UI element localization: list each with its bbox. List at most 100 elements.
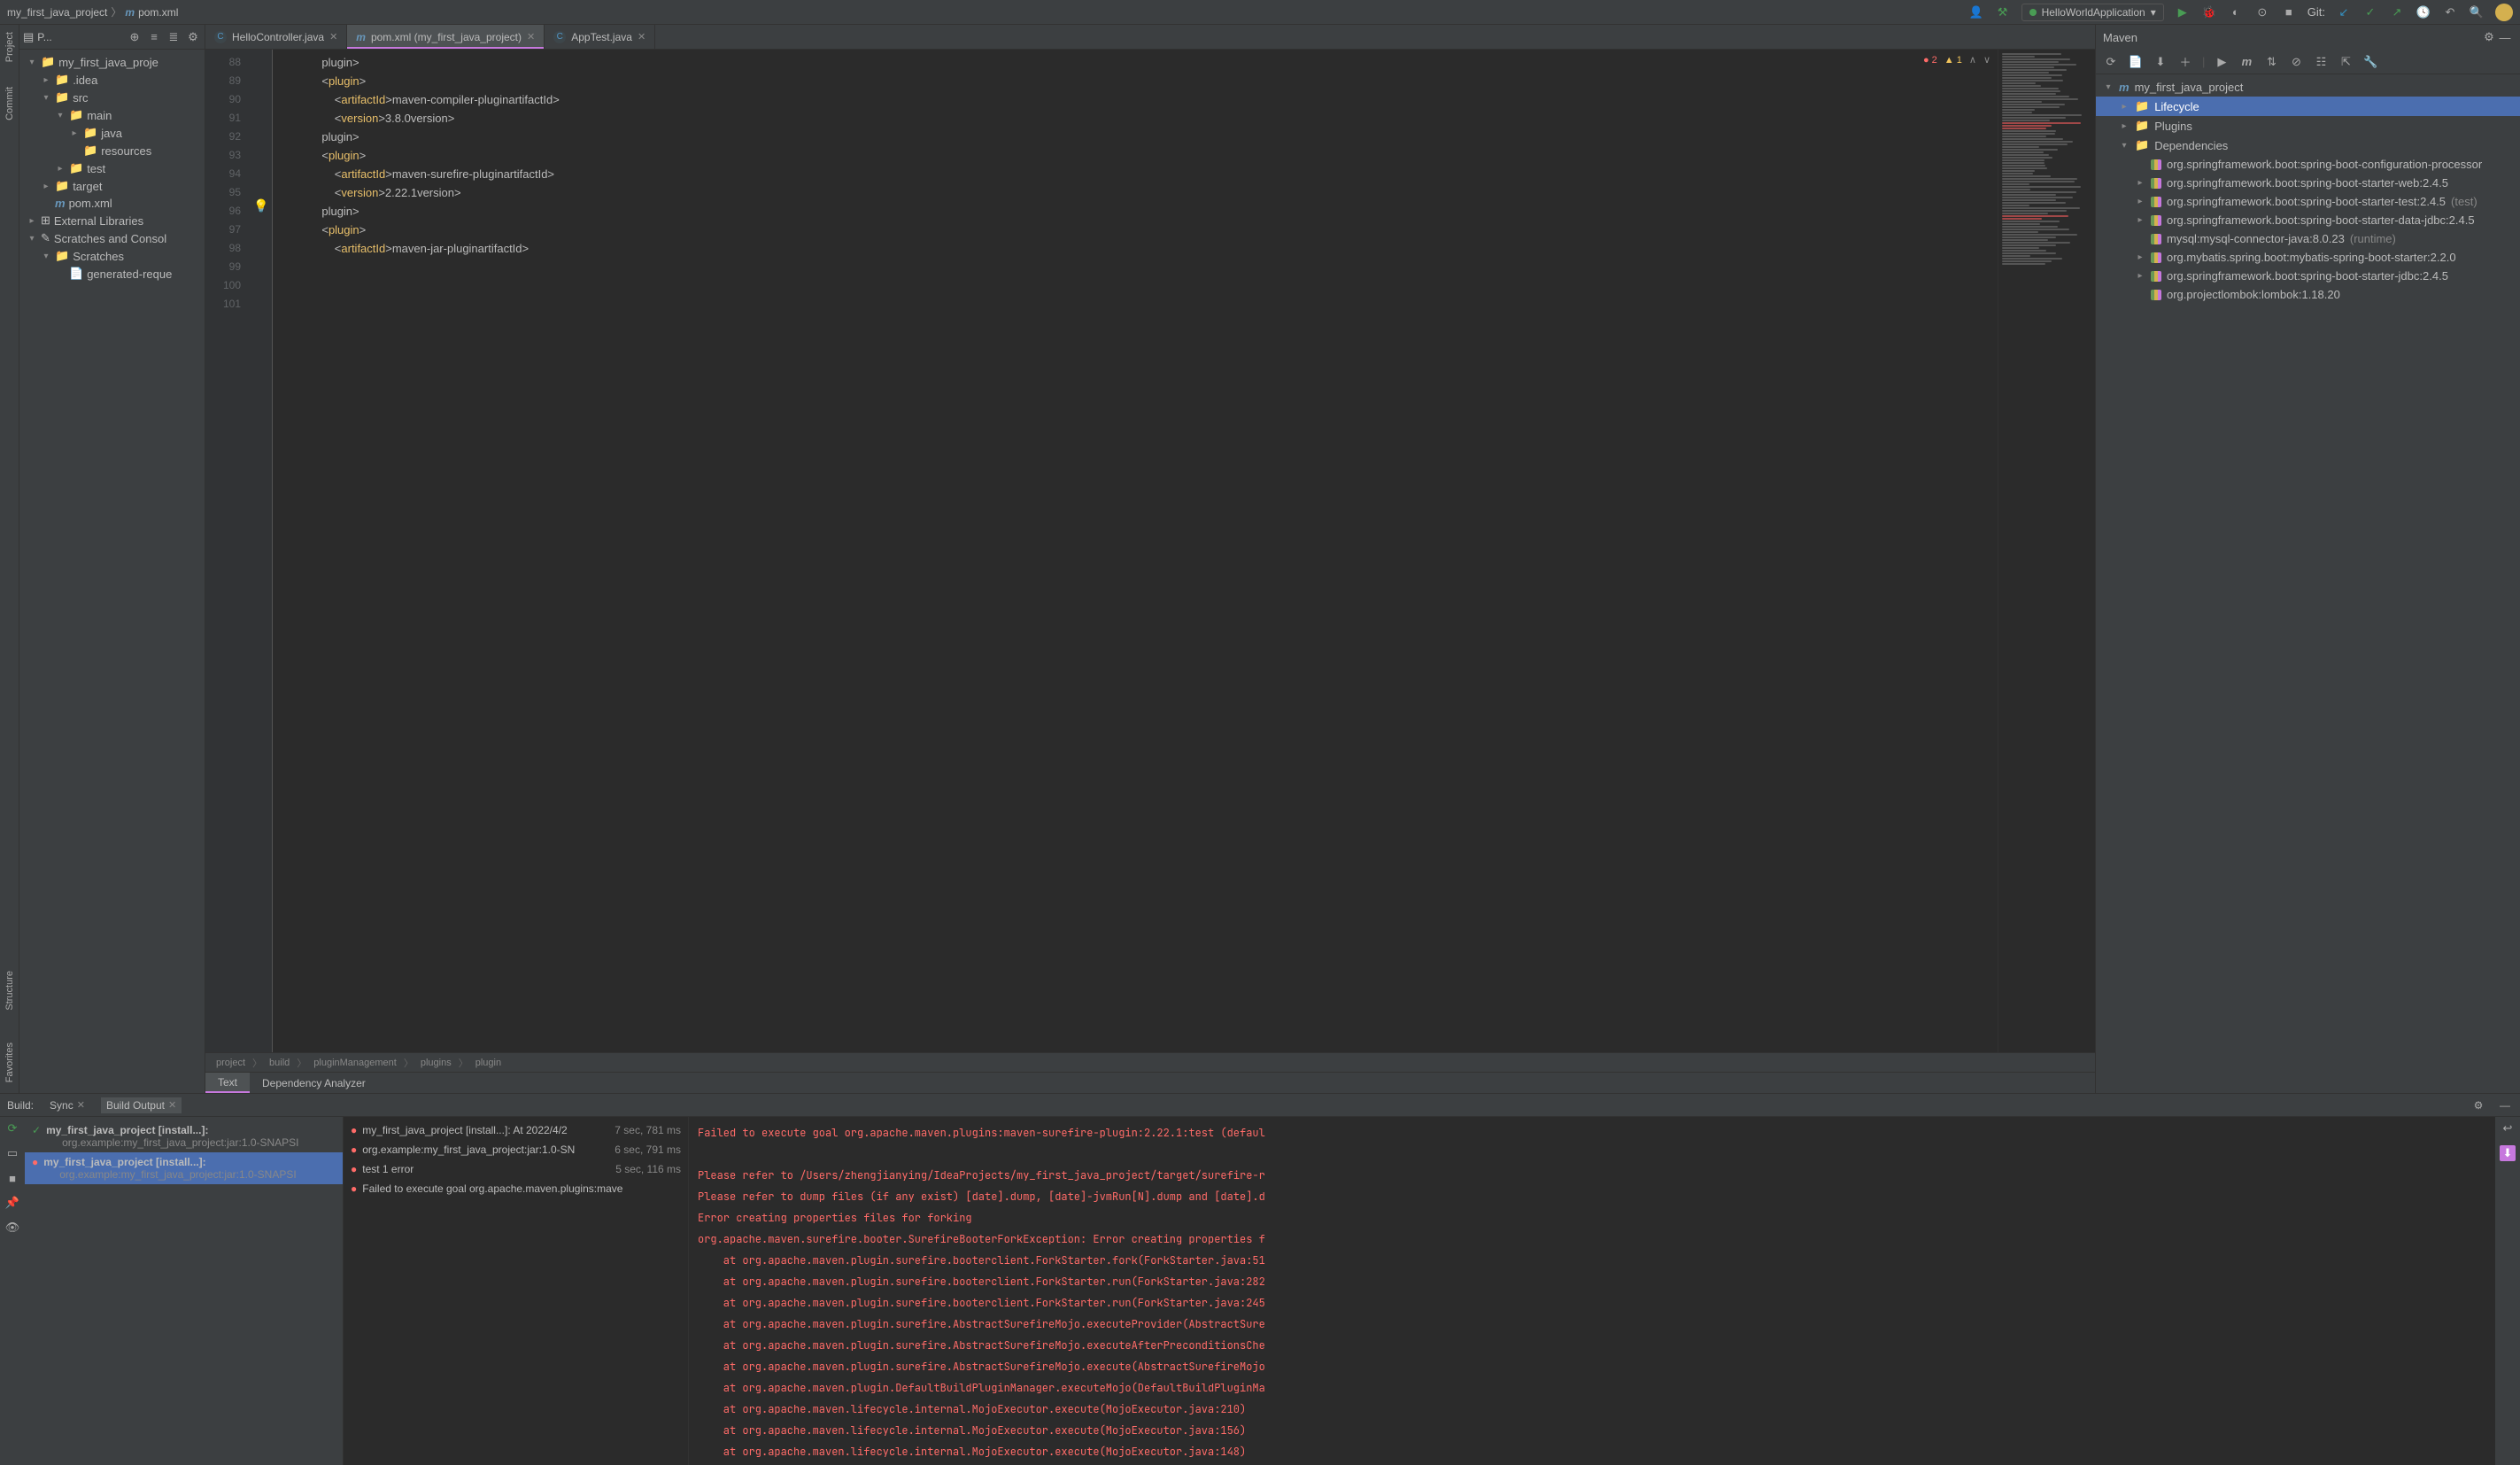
maven-item[interactable]: ▸org.springframework.boot:spring-boot-st… <box>2096 211 2520 229</box>
tree-item[interactable]: ▾📁my_first_java_proje <box>19 53 205 71</box>
add-icon[interactable]: ＋ <box>2177 54 2193 70</box>
hammer-icon[interactable]: ⚒ <box>1995 4 2011 20</box>
maven-item[interactable]: ▸📁Plugins <box>2096 116 2520 136</box>
filter-icon[interactable]: ▭ <box>4 1145 20 1161</box>
m-icon[interactable]: m <box>2238 54 2254 70</box>
settings-icon[interactable]: 🔧 <box>2362 54 2378 70</box>
skip-tests-icon[interactable]: ⊘ <box>2288 54 2304 70</box>
minimize-icon[interactable]: — <box>2497 29 2513 45</box>
inspection-badges[interactable]: ● 2 ▲ 1 ∧ ∨ <box>1923 51 1990 70</box>
code-line[interactable]: <plugin> <box>283 72 1998 90</box>
close-icon[interactable]: ✕ <box>329 31 337 43</box>
profile-icon[interactable]: ⊙ <box>2254 4 2270 20</box>
build-detail-row[interactable]: ●Failed to execute goal org.apache.maven… <box>351 1179 681 1198</box>
build-tab-output[interactable]: Build Output ✕ <box>101 1097 182 1113</box>
history-icon[interactable]: 🕓 <box>2416 4 2431 20</box>
toggle-offline-icon[interactable]: ⇅ <box>2263 54 2279 70</box>
lightbulb-icon[interactable]: 💡 <box>253 198 268 213</box>
build-console[interactable]: Failed to execute goal org.apache.maven.… <box>689 1117 2495 1465</box>
maven-item[interactable]: ▸📁Lifecycle <box>2096 97 2520 116</box>
subtab-text[interactable]: Text <box>205 1073 250 1093</box>
breadcrumb-item[interactable]: my_first_java_project <box>7 6 107 19</box>
close-icon[interactable]: ✕ <box>168 1099 176 1111</box>
close-icon[interactable]: ✕ <box>527 31 535 43</box>
maven-item[interactable]: ▸org.springframework.boot:spring-boot-st… <box>2096 174 2520 192</box>
gear-icon[interactable]: ⚙ <box>185 29 201 45</box>
minimize-icon[interactable]: — <box>2497 1097 2513 1113</box>
tree-item[interactable]: ▾✎Scratches and Consol <box>19 229 205 247</box>
editor-tab[interactable]: CAppTest.java✕ <box>545 25 655 49</box>
scroll-to-end-icon[interactable]: ⬇ <box>2500 1145 2516 1161</box>
git-pull-icon[interactable]: ↙ <box>2336 4 2352 20</box>
tree-item[interactable]: ▾📁main <box>19 106 205 124</box>
stop-icon[interactable]: ■ <box>2281 4 2297 20</box>
search-icon[interactable]: 🔍 <box>2469 4 2485 20</box>
code-line[interactable]: plugin> <box>283 53 1998 72</box>
maven-item[interactable]: ▸org.mybatis.spring.boot:mybatis-spring-… <box>2096 248 2520 267</box>
chevron-up-icon[interactable]: ∧ <box>1969 51 1976 70</box>
user-add-icon[interactable]: 👤 <box>1968 4 1984 20</box>
tree-item[interactable]: ▸📁java <box>19 124 205 142</box>
sidebar-tab-commit[interactable]: Commit <box>4 83 15 124</box>
code-line[interactable]: plugin> <box>283 128 1998 146</box>
run-icon[interactable]: ▶ <box>2214 54 2230 70</box>
tree-item[interactable]: ▾📁Scratches <box>19 247 205 265</box>
maven-item[interactable]: ▾📁Dependencies <box>2096 136 2520 155</box>
pin-icon[interactable]: 📌 <box>4 1195 20 1211</box>
sidebar-tab-project[interactable]: Project <box>4 28 15 66</box>
subtab-dependency-analyzer[interactable]: Dependency Analyzer <box>250 1073 378 1093</box>
code-line[interactable]: <version>2.22.1version> <box>283 183 1998 202</box>
maven-item[interactable]: ▸org.springframework.boot:spring-boot-st… <box>2096 192 2520 211</box>
sidebar-tab-structure[interactable]: Structure <box>4 967 15 1014</box>
avatar[interactable] <box>2495 4 2513 21</box>
debug-icon[interactable]: 🐞 <box>2201 4 2217 20</box>
project-tree[interactable]: ▾📁my_first_java_proje▸📁.idea▾📁src▾📁main▸… <box>19 50 205 1093</box>
breadcrumb-item[interactable]: pom.xml <box>138 6 178 19</box>
tree-item[interactable]: ▸⊞External Libraries <box>19 212 205 229</box>
git-commit-icon[interactable]: ✓ <box>2362 4 2378 20</box>
tree-item[interactable]: ▸📁test <box>19 159 205 177</box>
editor-tab[interactable]: CHelloController.java✕ <box>205 25 347 49</box>
undo-icon[interactable]: ↶ <box>2442 4 2458 20</box>
maven-item[interactable]: org.projectlombok:lombok:1.18.20 <box>2096 285 2520 304</box>
stop-icon[interactable]: ■ <box>4 1170 20 1186</box>
editor-tab[interactable]: mpom.xml (my_first_java_project)✕ <box>347 25 545 49</box>
warning-badge[interactable]: ▲ 1 <box>1944 51 1962 70</box>
code-line[interactable]: <artifactId>maven-compiler-pluginartifac… <box>283 90 1998 109</box>
build-tree-item[interactable]: ✓my_first_java_project [install...]:org.… <box>25 1120 343 1152</box>
maven-tree[interactable]: ▾mmy_first_java_project▸📁Lifecycle▸📁Plug… <box>2096 74 2520 1093</box>
maven-item[interactable]: org.springframework.boot:spring-boot-con… <box>2096 155 2520 174</box>
minimap[interactable] <box>1998 50 2095 1052</box>
tree-item[interactable]: ▸📁target <box>19 177 205 195</box>
breadcrumb-item[interactable]: pluginManagement <box>313 1058 397 1068</box>
code-line[interactable]: <artifactId>maven-surefire-pluginartifac… <box>283 165 1998 183</box>
code-area[interactable]: ● 2 ▲ 1 ∧ ∨ plugin> <plugin> <artifactId… <box>273 50 1998 1052</box>
code-line[interactable]: <plugin> <box>283 146 1998 165</box>
breadcrumb-item[interactable]: plugins <box>421 1058 452 1068</box>
close-icon[interactable]: ✕ <box>638 31 645 43</box>
build-detail-row[interactable]: ●test 1 error5 sec, 116 ms <box>351 1159 681 1179</box>
code-line[interactable]: plugin> <box>283 202 1998 221</box>
build-tree[interactable]: ✓my_first_java_project [install...]:org.… <box>25 1117 344 1465</box>
build-tree-item[interactable]: ●my_first_java_project [install...]:org.… <box>25 1152 343 1184</box>
code-line[interactable]: <artifactId>maven-jar-pluginartifactId> <box>283 239 1998 258</box>
sidebar-tab-favorites[interactable]: Favorites <box>4 1039 15 1086</box>
collapse-all-icon[interactable]: ⇱ <box>2338 54 2354 70</box>
breadcrumb-item[interactable]: build <box>269 1058 290 1068</box>
code-line[interactable]: <version>3.8.0version> <box>283 109 1998 128</box>
eye-icon[interactable]: 👁 <box>4 1220 20 1236</box>
download-icon[interactable]: ⬇ <box>2153 54 2168 70</box>
tree-item[interactable]: 📁resources <box>19 142 205 159</box>
chevron-down-icon[interactable]: ∨ <box>1983 51 1990 70</box>
git-push-icon[interactable]: ↗ <box>2389 4 2405 20</box>
run-configuration-selector[interactable]: HelloWorldApplication ▾ <box>2021 4 2164 21</box>
show-deps-icon[interactable]: ☷ <box>2313 54 2329 70</box>
tree-item[interactable]: 📄generated-reque <box>19 265 205 283</box>
collapse-icon[interactable]: ≣ <box>166 29 182 45</box>
error-badge[interactable]: ● 2 <box>1923 51 1937 70</box>
maven-item[interactable]: mysql:mysql-connector-java:8.0.23 (runti… <box>2096 229 2520 248</box>
build-details[interactable]: ●my_first_java_project [install...]: At … <box>344 1117 689 1465</box>
tree-item[interactable]: mpom.xml <box>19 195 205 212</box>
soft-wrap-icon[interactable]: ↩ <box>2500 1120 2516 1136</box>
close-icon[interactable]: ✕ <box>77 1099 85 1111</box>
